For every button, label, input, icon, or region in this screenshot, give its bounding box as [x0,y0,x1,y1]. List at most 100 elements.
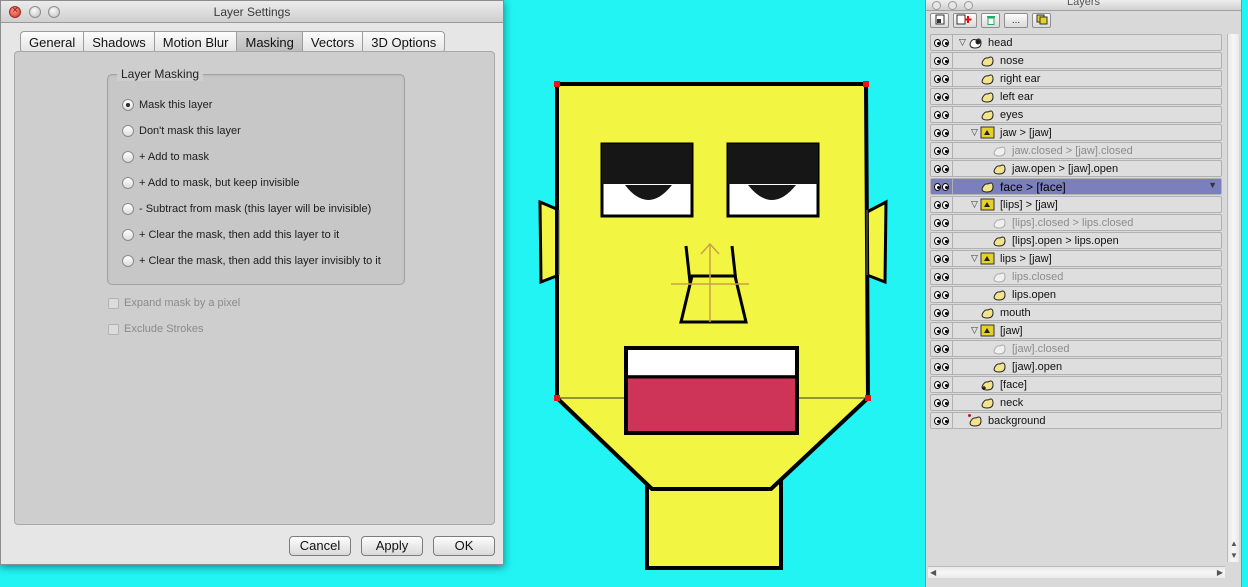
layer-row[interactable]: ▽ [lips] > [jaw] [930,196,1222,213]
layer-row[interactable]: [lips].open > lips.open [930,232,1222,249]
visibility-toggle[interactable] [931,161,953,176]
new-group-button[interactable] [953,13,977,28]
layer-row[interactable]: right ear [930,70,1222,87]
new-layer-button[interactable] [930,13,949,28]
disclosure-triangle-icon[interactable]: ▽ [957,37,968,48]
visibility-toggle[interactable] [931,35,953,50]
radio-add-to-mask[interactable]: + Add to mask [122,149,209,165]
delete-layer-button[interactable] [981,13,1000,28]
layer-row[interactable]: nose [930,52,1222,69]
vertical-scrollbar[interactable]: ▲ ▼ [1227,34,1239,562]
visibility-toggle[interactable] [931,53,953,68]
disclosure-triangle-icon[interactable]: ▽ [969,253,980,264]
disclosure-triangle-icon[interactable]: ▽ [969,325,980,336]
character-canvas[interactable] [520,70,910,580]
scroll-up-arrow[interactable]: ▲ [1230,539,1238,548]
group-layer-icon [968,36,983,49]
visibility-toggle[interactable] [931,89,953,104]
scroll-left-arrow[interactable]: ◀ [930,568,936,577]
radio-button[interactable] [122,125,134,137]
more-options-button[interactable]: ... [1004,13,1028,28]
duplicate-icon [1036,14,1047,25]
dialog-titlebar[interactable]: × Layer Settings [1,1,503,23]
radio-add-to-mask-invisible[interactable]: + Add to mask, but keep invisible [122,175,300,191]
visibility-toggle[interactable] [931,71,953,86]
layer-row[interactable]: ▽ head [930,34,1222,51]
eyes-icon [934,218,949,227]
tab-3d-options[interactable]: 3D Options [362,31,446,53]
visibility-toggle[interactable] [931,305,953,320]
layer-row[interactable]: [lips].closed > lips.closed [930,214,1222,231]
visibility-toggle[interactable] [931,341,953,356]
layer-row[interactable]: lips.closed [930,268,1222,285]
visibility-toggle[interactable] [931,107,953,122]
visibility-toggle[interactable] [931,251,953,266]
radio-subtract-from-mask[interactable]: - Subtract from mask (this layer will be… [122,201,371,217]
radio-button[interactable] [122,203,134,215]
scroll-right-arrow[interactable]: ▶ [1217,568,1223,577]
checkbox[interactable] [108,323,119,335]
visibility-toggle[interactable] [931,215,953,230]
apply-button[interactable]: Apply [361,536,423,556]
radio-mask-this-layer[interactable]: Mask this layer [122,97,212,113]
layer-row[interactable]: [face] [930,376,1222,393]
layer-row[interactable]: [jaw].open [930,358,1222,375]
radio-button-selected[interactable] [122,99,134,111]
visibility-toggle[interactable] [931,287,953,302]
row-menu-arrow-icon[interactable]: ▼ [1208,180,1217,190]
tab-motion-blur[interactable]: Motion Blur [153,31,237,53]
cancel-button[interactable]: Cancel [289,536,351,556]
trash-icon [986,16,995,25]
tab-masking[interactable]: Masking [236,31,302,53]
checkbox-exclude-strokes[interactable]: Exclude Strokes [108,322,203,336]
tab-vectors[interactable]: Vectors [301,31,363,53]
visibility-toggle[interactable] [931,143,953,158]
radio-button[interactable] [122,177,134,189]
radio-button[interactable] [122,151,134,163]
visibility-toggle[interactable] [931,377,953,392]
layer-row[interactable]: jaw.open > [jaw].open [930,160,1222,177]
layer-row[interactable]: neck [930,394,1222,411]
layer-row[interactable]: ▽ jaw > [jaw] [930,124,1222,141]
checkbox[interactable] [108,297,119,309]
layer-row[interactable]: mouth [930,304,1222,321]
layer-name: right ear [1000,72,1041,85]
horizontal-scrollbar[interactable]: ◀ ▶ [928,566,1225,578]
scroll-down-arrow[interactable]: ▼ [1230,551,1238,560]
visibility-toggle[interactable] [931,179,953,194]
layer-row[interactable]: ▽ lips > [jaw] [930,250,1222,267]
radio-button[interactable] [122,255,134,267]
tab-shadows[interactable]: Shadows [83,31,154,53]
layer-row[interactable]: jaw.closed > [jaw].closed [930,142,1222,159]
layers-titlebar[interactable]: Layers [926,0,1241,11]
radio-button[interactable] [122,229,134,241]
visibility-toggle[interactable] [931,197,953,212]
layer-row[interactable]: lips.open [930,286,1222,303]
layer-row[interactable]: [jaw].closed [930,340,1222,357]
visibility-toggle[interactable] [931,359,953,374]
disclosure-triangle-icon[interactable]: ▽ [969,127,980,138]
layer-row[interactable]: face > [face] ▼ [930,178,1222,195]
visibility-toggle[interactable] [931,233,953,248]
radio-clear-then-add[interactable]: + Clear the mask, then add this layer to… [122,227,339,243]
radio-clear-then-add-invisibly[interactable]: + Clear the mask, then add this layer in… [122,253,381,269]
checkbox-expand-mask[interactable]: Expand mask by a pixel [108,296,240,310]
layer-name: [lips] > [jaw] [1000,198,1058,211]
disclosure-triangle-icon[interactable]: ▽ [969,199,980,210]
layer-row[interactable]: left ear [930,88,1222,105]
visibility-toggle[interactable] [931,395,953,410]
layer-row[interactable]: background [930,412,1222,429]
layer-row[interactable]: eyes [930,106,1222,123]
radio-dont-mask[interactable]: Don't mask this layer [122,123,241,139]
visibility-toggle[interactable] [931,323,953,338]
duplicate-layer-button[interactable] [1032,13,1051,28]
tab-general[interactable]: General [20,31,84,53]
visibility-toggle[interactable] [931,269,953,284]
eyes-icon [934,236,949,245]
eyes-icon [934,38,949,47]
visibility-toggle[interactable] [931,125,953,140]
neck-shape [645,480,783,570]
visibility-toggle[interactable] [931,413,953,428]
layer-row[interactable]: ▽ [jaw] [930,322,1222,339]
ok-button[interactable]: OK [433,536,495,556]
